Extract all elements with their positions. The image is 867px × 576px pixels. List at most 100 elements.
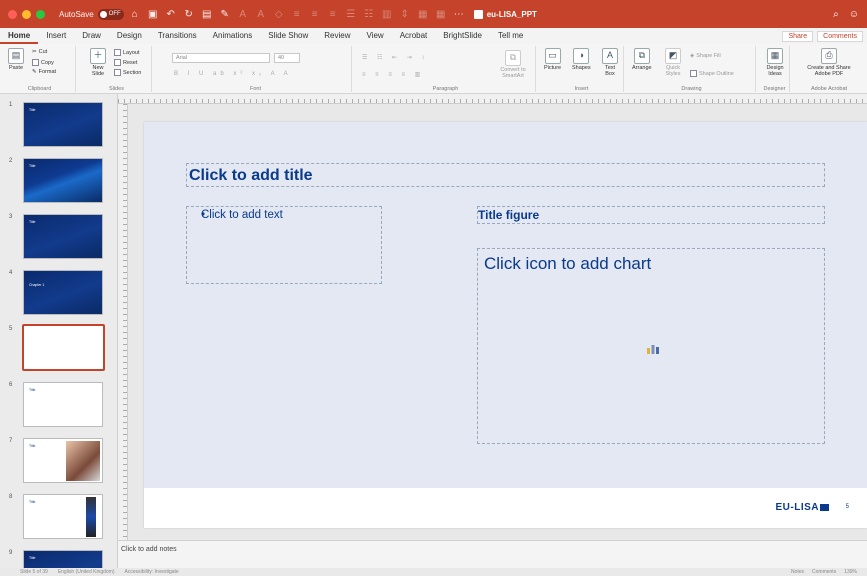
tab-home[interactable]: Home (0, 28, 39, 44)
figure-title-placeholder[interactable]: Title figure (477, 206, 825, 224)
chart-icon[interactable]: ▦ (416, 7, 430, 21)
search-icon[interactable]: ⌕ (833, 9, 839, 20)
undo-icon[interactable]: ↶ (164, 7, 178, 21)
section-label: Section (123, 69, 142, 76)
slide-thumbnail[interactable]: Title (23, 550, 103, 568)
tab-view[interactable]: View (359, 28, 392, 44)
account-icon[interactable]: ☺ (849, 9, 859, 20)
font-size-up-icon[interactable]: A (236, 7, 250, 21)
more-icon[interactable]: ⋯ (452, 7, 466, 21)
slide-thumbnail[interactable]: Title (23, 494, 103, 539)
notes-toggle[interactable]: Notes (791, 569, 804, 575)
tab-review[interactable]: Review (316, 28, 358, 44)
align-center-icon[interactable]: ≡ (308, 7, 322, 21)
figure-title-text: Title figure (478, 208, 540, 222)
slide-thumbnail[interactable]: Title (23, 214, 103, 259)
ribbon: ▤ Paste ✂ Cut Copy ✎ Format Clipboard ＋ New … (0, 44, 867, 94)
tab-animations[interactable]: Animations (205, 28, 261, 44)
convert-smartart-button[interactable]: ⧉ Convert to SmartArt (496, 50, 530, 79)
tab-brightslide[interactable]: BrightSlide (435, 28, 490, 44)
textbox-button[interactable]: A Text Box (600, 48, 620, 77)
arrange-button[interactable]: ⧉ Arrange (632, 48, 652, 71)
bullets-icon[interactable]: ☰ (344, 7, 358, 21)
thumb-number: 3 (9, 214, 13, 220)
align-right-icon[interactable]: ≡ (326, 7, 340, 21)
paint-bucket-icon: ◈ (690, 53, 695, 59)
cut-button[interactable]: ✂ Cut (32, 49, 47, 55)
title-placeholder[interactable]: Click to add title (186, 163, 825, 187)
list-buttons[interactable]: ☰ ☷ ⇤ ⇥ ↕ (362, 54, 428, 61)
insert-chart-icon[interactable] (646, 344, 660, 354)
chart-placeholder[interactable]: Click icon to add chart (477, 248, 825, 444)
shapes-button[interactable]: ◑ Shapes (572, 48, 591, 71)
slide[interactable]: Click to add title • Click to add text Ti… (144, 122, 867, 528)
new-slide-button[interactable]: ＋ New Slide (86, 48, 110, 77)
font-format-buttons[interactable]: B I U ab x² x₂ A A (174, 71, 292, 77)
slide-canvas[interactable]: Click to add title • Click to add text Ti… (128, 104, 867, 540)
columns-icon[interactable]: ▥ (380, 7, 394, 21)
slide-thumbnail[interactable]: Title (23, 102, 103, 147)
format-painter-icon[interactable]: ✎ (218, 7, 232, 21)
autosave-toggle[interactable]: OFF (97, 8, 124, 20)
numbering-icon[interactable]: ☷ (362, 7, 376, 21)
quick-styles-button[interactable]: ◩ Quick Styles (662, 48, 684, 77)
redo-icon[interactable]: ↻ (182, 7, 196, 21)
font-color-icon[interactable]: A (254, 7, 268, 21)
designer-group-label: Designer (763, 86, 786, 92)
slide-thumbnail-selected[interactable] (22, 324, 105, 371)
tab-design[interactable]: Design (109, 28, 150, 44)
table-icon[interactable]: ▦ (434, 7, 448, 21)
comments-button[interactable]: Comments (817, 30, 863, 42)
thumb-photo (66, 441, 100, 481)
tab-insert[interactable]: Insert (38, 28, 74, 44)
create-pdf-button[interactable]: ⎙ Create and Share Adobe PDF (802, 48, 856, 77)
design-ideas-button[interactable]: ▦ Design Ideas (763, 48, 787, 77)
chart-placeholder-text: Click icon to add chart (484, 254, 652, 273)
layout-button[interactable]: Layout (114, 49, 140, 56)
picture-button[interactable]: ▭ Picture (544, 48, 561, 71)
paste-label: Paste (8, 65, 24, 71)
font-name-select[interactable]: Arial (172, 53, 270, 63)
reset-button[interactable]: Reset (114, 59, 137, 66)
tab-slide-show[interactable]: Slide Show (260, 28, 316, 44)
present-icon[interactable]: ▤ (200, 7, 214, 21)
text-direction-icon[interactable]: ⇕ (398, 7, 412, 21)
clipboard-group: ▤ Paste ✂ Cut Copy ✎ Format Clipboard (4, 46, 76, 92)
shape-fill-button[interactable]: ◈ Shape Fill (690, 53, 721, 59)
tab-acrobat[interactable]: Acrobat (392, 28, 436, 44)
thumb-title: Title (29, 500, 36, 504)
slide-thumbnail[interactable]: Title (23, 382, 103, 427)
home-icon[interactable]: ⌂ (128, 7, 142, 21)
align-left-icon[interactable]: ≡ (290, 7, 304, 21)
text-placeholder[interactable]: • Click to add text (186, 206, 382, 284)
section-icon (114, 69, 121, 76)
accessibility-checker[interactable]: Accessibility: Investigate (125, 569, 179, 575)
close-window-button[interactable] (8, 9, 17, 19)
maximize-window-button[interactable] (36, 9, 45, 19)
comments-toggle[interactable]: Comments (812, 569, 836, 575)
paste-button[interactable]: ▤ Paste (8, 48, 24, 71)
tab-transitions[interactable]: Transitions (150, 28, 205, 44)
slide-thumbnail[interactable]: Title (23, 438, 103, 483)
minimize-window-button[interactable] (22, 9, 31, 19)
zoom-level[interactable]: 139% (844, 569, 857, 575)
copy-button[interactable]: Copy (32, 59, 54, 66)
tab-draw[interactable]: Draw (74, 28, 109, 44)
shape-outline-button[interactable]: Shape Outline (690, 70, 734, 77)
share-button[interactable]: Share (782, 30, 814, 42)
align-buttons[interactable]: ≡ ≡ ≡ ≡ ▥ (362, 71, 424, 78)
tell-me-search[interactable]: Tell me (490, 28, 531, 44)
shape-icon[interactable]: ◇ (272, 7, 286, 21)
quick-access-toolbar: AutoSave OFF ⌂ ▣ ↶ ↻ ▤ ✎ A A ◇ ≡ ≡ ≡ ☰ ☷… (59, 7, 466, 21)
section-button[interactable]: Section (114, 69, 141, 76)
slide-thumbnail[interactable]: Title (23, 158, 103, 203)
slide-thumbnail[interactable]: Chapter 1 (23, 270, 103, 315)
font-size-select[interactable]: 40 (274, 53, 300, 63)
language-indicator[interactable]: English (United Kingdom) (58, 569, 115, 575)
slide-thumbnail-pane[interactable]: 1 Title 2 Title 3 Title 4 Chapter 1 5 6 … (0, 94, 118, 568)
format-painter-button[interactable]: ✎ Format (32, 69, 56, 75)
notes-pane[interactable]: Click to add notes (118, 540, 867, 568)
smartart-icon: ⧉ (505, 50, 521, 66)
arrange-icon: ⧉ (633, 48, 650, 64)
save-icon[interactable]: ▣ (146, 7, 160, 21)
